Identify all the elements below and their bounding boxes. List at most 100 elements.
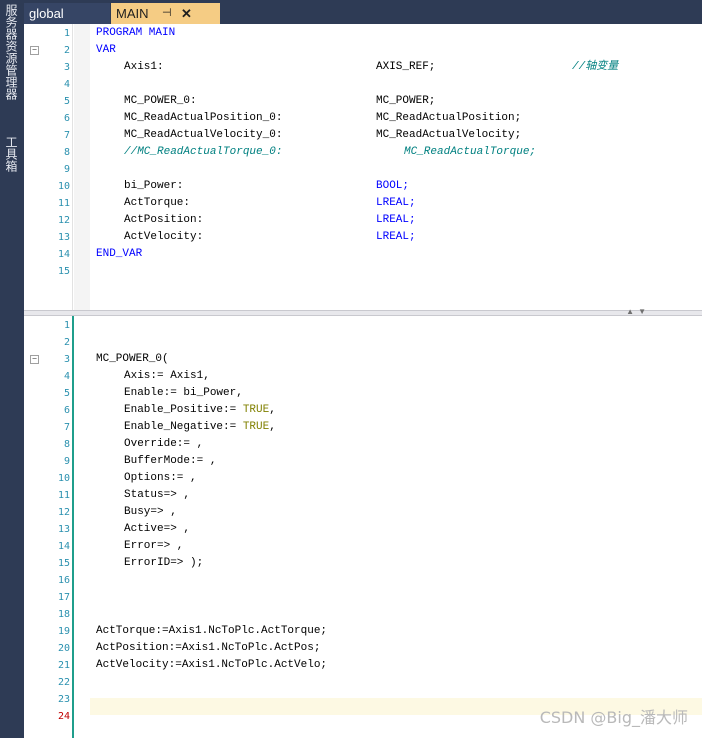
variable-type: MC_POWER; [376,95,436,107]
line-number: 5 [63,96,70,107]
variable-declaration: ActTorque: LREAL; [124,195,416,212]
variable-declaration: bi_Power: BOOL; [124,178,409,195]
variable-declaration: ActPosition: LREAL; [124,212,416,229]
code-line: Enable_Positive:= TRUE, [124,402,276,419]
server-explorer-tab[interactable]: 服务器资源管理器 [3,4,19,100]
code-line: Enable_Negative:= TRUE, [124,419,276,436]
variable-type: LREAL; [376,231,416,243]
line-number: 3 [63,62,70,73]
line-number: 7 [63,422,70,433]
fold-toggle-icon[interactable]: − [30,355,39,364]
variable-type: MC_ReadActualVelocity; [376,129,522,141]
variable-type: AXIS_REF; [376,61,436,73]
fold-toggle-icon[interactable]: − [30,46,39,55]
variable-declaration: MC_ReadActualVelocity_0: MC_ReadActualVel… [124,127,521,144]
variable-name: bi_Power: [124,180,184,192]
variable-name: Axis1: [124,61,164,73]
line-number: 8 [63,147,70,158]
watermark: CSDN @Big_潘大师 [539,708,688,727]
tab-label: MAIN [116,6,149,21]
tab-label: global [29,6,64,21]
line-number: 19 [57,626,70,637]
line-number: 11 [57,198,70,209]
code-line: ErrorID=> ); [124,557,204,569]
code-line: Error=> , [124,540,184,552]
code-line: BufferMode:= , [124,455,217,467]
splitter-arrows-icon[interactable]: ▲▼ [626,307,650,316]
line-number: 9 [63,456,70,467]
variable-name: MC_ReadActualVelocity_0: [124,129,283,141]
line-number: 14 [57,249,70,260]
declaration-editor[interactable]: 1 2 3 4 5 6 7 8 9 10 11 12 13 14 15 − PROGRAM MAIN VAR… [24,24,702,310]
variable-type: BOOL; [376,180,410,192]
code-line: MC_POWER_0( [96,353,169,365]
tab-global[interactable]: global [24,3,110,24]
line-number: 8 [63,439,70,450]
code-text: , [269,404,276,416]
line-number-gutter: 1 2 3 4 5 6 7 8 9 10 11 12 13 14 15 [24,24,72,310]
line-number: 9 [63,164,70,175]
line-number: 15 [57,558,70,569]
line-number: 4 [63,79,70,90]
code-text: Enable_Positive:= [124,404,243,416]
variable-declaration: ActVelocity: LREAL; [124,229,416,246]
line-number-gutter: 1 2 3 4 5 6 7 8 9 10 11 12 13 14 15 16 17 18 19 20 21 22 23 24 [24,316,72,738]
variable-name: ActTorque: [124,197,191,209]
line-number: 10 [57,473,70,484]
tab-main[interactable]: MAIN ⊣ ✕ [111,3,220,24]
line-number: 24 [57,711,70,722]
code-line: Axis:= Axis1, [124,370,210,382]
pin-icon[interactable]: ⊣ [162,3,172,24]
variable-name: ActPosition: [124,214,204,226]
code-line: Override:= , [124,438,204,450]
literal-true: TRUE [242,404,270,416]
line-number: 23 [57,694,70,705]
variable-declaration: //MC_ReadActualTorque_0: MC_ReadActualTor… [124,144,536,161]
code-line: ActTorque:=Axis1.NcToPlc.ActTorque; [96,625,328,637]
code-line: ActVelocity:=Axis1.NcToPlc.ActVelo; [96,659,328,671]
gutter-divider [72,24,73,310]
variable-declaration: Axis1: AXIS_REF; //轴变量 [124,59,618,76]
line-number: 13 [57,232,70,243]
line-number: 4 [63,371,70,382]
code-line: Active=> , [124,523,191,535]
code-line: Status=> , [124,489,191,501]
code-line: Options:= , [124,472,197,484]
line-number: 22 [57,677,70,688]
code-line: ActPosition:=Axis1.NcToPlc.ActPos; [96,642,321,654]
line-number: 1 [63,320,70,331]
variable-name: MC_POWER_0: [124,95,197,107]
line-number: 15 [57,266,70,277]
line-number: 16 [57,575,70,586]
var-keyword: VAR [96,44,116,56]
implementation-editor[interactable]: 1 2 3 4 5 6 7 8 9 10 11 12 13 14 15 16 17 18 19 20 21 22 23 24 … [24,316,702,738]
line-number: 20 [57,643,70,654]
variable-declaration: MC_POWER_0: MC_POWER; [124,93,435,110]
line-number: 11 [57,490,70,501]
line-number: 12 [57,507,70,518]
line-number: 1 [63,28,70,39]
variable-type: MC_ReadActualTorque; [404,146,537,158]
line-number: 6 [63,405,70,416]
code-line: Enable:= bi_Power, [124,387,243,399]
line-number: 21 [57,660,70,671]
line-number: 13 [57,524,70,535]
code-text: , [269,421,276,433]
close-icon[interactable]: ✕ [181,3,192,24]
line-number: 10 [57,181,70,192]
variable-declaration: MC_ReadActualPosition_0: MC_ReadActualPos… [124,110,521,127]
change-tracking-bar [72,316,74,738]
document-tab-bar: global MAIN ⊣ ✕ [24,0,702,24]
toolbox-tab[interactable]: 工具箱 [3,136,19,172]
code-text: Enable_Negative:= [124,421,243,433]
line-number: 17 [57,592,70,603]
variable-comment: //轴变量 [572,61,619,73]
program-header: PROGRAM MAIN [96,27,176,39]
code-line: Busy=> , [124,506,177,518]
variable-name: //MC_ReadActualTorque_0: [124,146,283,158]
variable-name: MC_ReadActualPosition_0: [124,112,283,124]
line-number: 7 [63,130,70,141]
variable-type: LREAL; [376,214,416,226]
line-number: 14 [57,541,70,552]
variable-type: LREAL; [376,197,416,209]
